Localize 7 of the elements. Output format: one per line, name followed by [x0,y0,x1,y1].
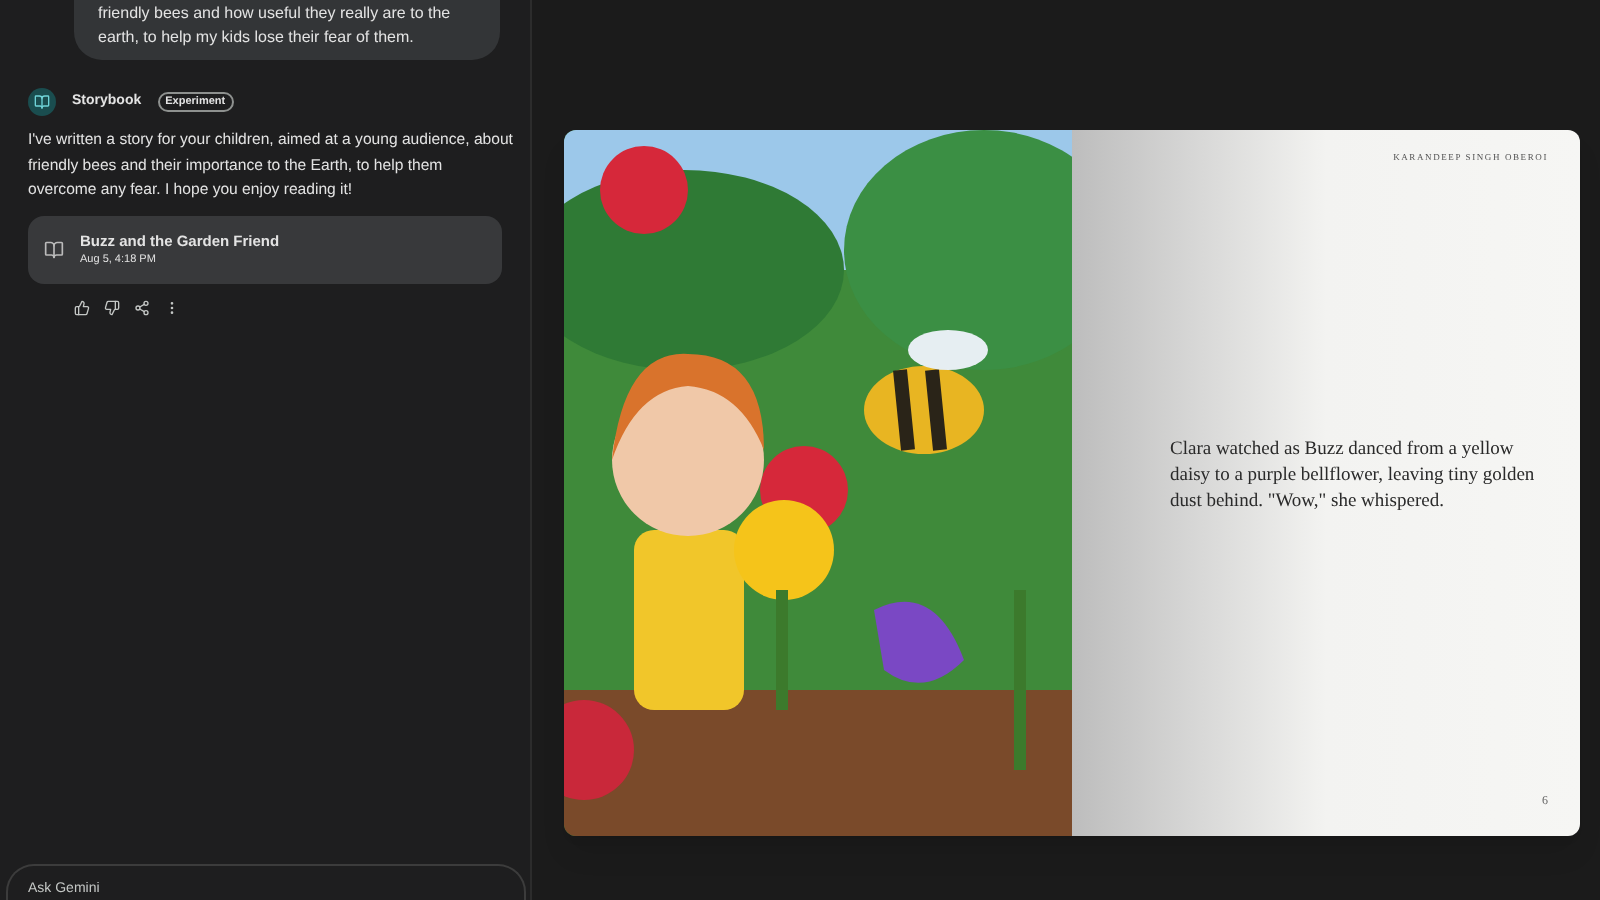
user-message: friendly bees and how useful they really are to the earth, to help my kids lose their fear of them. [74,0,500,60]
thumbs-down-icon[interactable] [104,299,120,315]
storybook-icon [28,88,56,116]
thumbs-up-icon[interactable] [74,299,90,315]
book-icon [44,239,64,259]
share-icon[interactable] [134,299,150,315]
story-text: Clara watched as Buzz danced from a yellow daisy to a purple bellflower, leaving tiny golden dust behind. "Wow," she whispered. [1168,437,1537,517]
